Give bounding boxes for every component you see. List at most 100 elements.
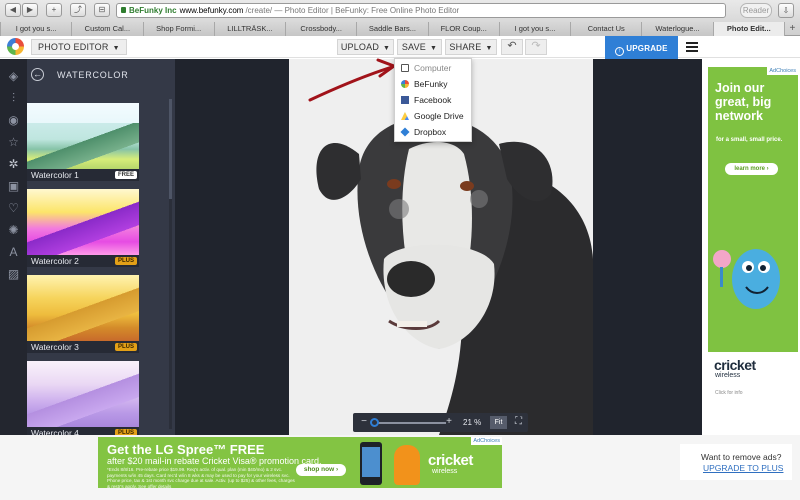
forward-button[interactable]: ▶ xyxy=(22,3,38,17)
browser-tab[interactable]: Custom Cal... xyxy=(71,22,143,36)
remove-ads-question: Want to remove ads? xyxy=(701,452,782,462)
reader-button[interactable]: Reader xyxy=(740,3,772,18)
preset-card-watercolor-2[interactable]: Watercolor 2 PLUS xyxy=(27,189,139,267)
befunky-logo-icon[interactable] xyxy=(7,38,24,55)
url-host: www.befunky.com xyxy=(179,6,244,15)
browser-tab[interactable]: Saddle Bars... xyxy=(356,22,428,36)
url-path: /create/ xyxy=(245,6,273,15)
caret-down-icon: ▼ xyxy=(383,45,391,52)
ad-learn-more-button[interactable]: learn more › xyxy=(725,163,778,175)
befunky-icon xyxy=(401,80,409,88)
share-page-button[interactable]: ⤴ xyxy=(70,3,86,17)
sidebar-ad[interactable]: AdChoices Join our great, big network fo… xyxy=(708,67,798,401)
ad-brand: cricket xyxy=(428,452,473,469)
panel-header: ← WATERCOLOR xyxy=(27,66,175,86)
fit-button[interactable]: Fit xyxy=(490,416,507,429)
add-tab-icon[interactable]: + xyxy=(783,22,800,36)
upgrade-to-plus-link[interactable]: UPGRADE TO PLUS xyxy=(703,463,783,473)
save-to-facebook[interactable]: Facebook xyxy=(395,92,471,108)
plus-badge: PLUS xyxy=(114,257,137,265)
downloads-icon[interactable]: ⇩ xyxy=(778,3,794,18)
texture-icon[interactable]: ▨ xyxy=(0,263,27,285)
zoom-out-button[interactable]: − xyxy=(359,415,369,429)
ad-headline: Join our great, big network xyxy=(715,81,772,123)
frame-icon[interactable]: ▣ xyxy=(0,175,27,197)
mascot-image xyxy=(394,445,420,485)
save-dropdown-menu: Computer BeFunky Facebook Google Drive D… xyxy=(394,58,472,142)
page-title: — Photo Editor | BeFunky: Free Online Ph… xyxy=(272,6,460,15)
bottom-banner-ad[interactable]: AdChoices Get the LG Spree™ FREE after $… xyxy=(98,437,502,488)
new-tab-button[interactable]: + xyxy=(46,3,62,17)
menu-item-label: Dropbox xyxy=(414,127,447,137)
preset-card-watercolor-4[interactable]: Watercolor 4 PLUS xyxy=(27,361,139,439)
preset-thumbnail xyxy=(27,103,139,169)
url-bar[interactable]: BeFunky Inc www.befunky.com/create/ — Pho… xyxy=(116,3,726,18)
bookmarks-button[interactable]: ⊟ xyxy=(94,3,110,17)
scrollbar-thumb[interactable] xyxy=(169,99,172,199)
zoom-slider-knob[interactable] xyxy=(370,418,379,427)
ad-shop-now-button[interactable]: shop now › xyxy=(296,464,346,476)
layers-icon[interactable]: ◈ xyxy=(0,65,27,87)
hamburger-menu-icon[interactable] xyxy=(686,42,698,52)
zoom-slider[interactable] xyxy=(374,422,446,424)
browser-tab[interactable]: Shop Formi... xyxy=(142,22,214,36)
preset-label: Watercolor 2 xyxy=(31,256,79,266)
photo-editor-menu[interactable]: PHOTO EDITOR ▼ xyxy=(31,39,127,55)
ad-fine-print: *Ends 8/8/16. Pre-rebate price $19.99. R… xyxy=(107,467,295,488)
ad-click-info[interactable]: Click for info xyxy=(715,390,743,396)
save-to-google-drive[interactable]: Google Drive xyxy=(395,108,471,124)
save-to-computer[interactable]: Computer xyxy=(395,60,471,76)
browser-chrome: ◀ ▶ + ⤴ ⊟ BeFunky Inc www.befunky.com/cre… xyxy=(0,0,800,36)
save-to-dropbox[interactable]: Dropbox xyxy=(395,124,471,140)
preset-label-bar: Watercolor 3 PLUS xyxy=(27,341,139,353)
browser-tab[interactable]: Photo Edit... xyxy=(712,22,784,36)
sliders-icon[interactable]: ⫶ xyxy=(0,87,27,109)
eye-icon[interactable]: ◉ xyxy=(0,109,27,131)
gear-icon[interactable]: ✲ xyxy=(0,153,27,175)
browser-tab[interactable]: I got you s... xyxy=(0,22,72,36)
redo-icon[interactable]: ↷ xyxy=(525,39,547,55)
browser-tab[interactable]: Waterlogue... xyxy=(641,22,713,36)
star-icon[interactable]: ☆ xyxy=(0,131,27,153)
ad-brand: cricket xyxy=(714,357,756,373)
circle-icon[interactable]: ✺ xyxy=(0,219,27,241)
preset-card-watercolor-1[interactable]: Watercolor 1 FREE xyxy=(27,103,139,181)
save-to-befunky[interactable]: BeFunky xyxy=(395,76,471,92)
ad-choices-label[interactable]: AdChoices xyxy=(471,437,502,445)
heart-icon[interactable]: ♡ xyxy=(0,197,27,219)
preset-card-watercolor-3[interactable]: Watercolor 3 PLUS xyxy=(27,275,139,353)
ad-choices-label[interactable]: AdChoices xyxy=(767,67,798,75)
zoom-bar: − + 21 % Fit xyxy=(353,413,528,432)
browser-tab[interactable]: FLOR Coup... xyxy=(427,22,499,36)
zoom-level: 21 % xyxy=(463,418,482,427)
ad-brand-sub: wireless xyxy=(715,372,741,379)
back-button[interactable]: ◀ xyxy=(5,3,21,17)
save-label: SAVE xyxy=(401,42,426,52)
save-button[interactable]: SAVE ▼ xyxy=(397,39,442,55)
ad-subline: for a small, small price. xyxy=(716,137,783,143)
browser-tab[interactable]: LILLTRÄSK... xyxy=(213,22,286,36)
photo-editor-label: PHOTO EDITOR xyxy=(38,42,109,52)
annotation-arrow xyxy=(308,58,398,102)
remove-ads-box: Want to remove ads? UPGRADE TO PLUS xyxy=(680,444,792,480)
dropbox-icon xyxy=(400,127,410,137)
browser-tab[interactable]: I got you s... xyxy=(498,22,571,36)
phone-image xyxy=(360,442,382,485)
secure-label: BeFunky Inc xyxy=(129,6,177,15)
ad-title: Get the LG Spree™ FREE xyxy=(107,442,265,457)
share-button[interactable]: SHARE ▼ xyxy=(445,39,497,55)
zoom-in-button[interactable]: + xyxy=(444,415,454,429)
undo-icon[interactable]: ↶ xyxy=(501,39,523,55)
upload-button[interactable]: UPLOAD ▼ xyxy=(337,39,394,55)
upload-label: UPLOAD xyxy=(340,42,380,52)
back-arrow-icon[interactable]: ← xyxy=(31,68,44,81)
plus-badge: PLUS xyxy=(114,343,137,351)
text-icon[interactable]: A xyxy=(0,241,27,263)
browser-tab[interactable]: Crossbody... xyxy=(285,22,357,36)
panel-title: WATERCOLOR xyxy=(57,70,129,80)
browser-tab[interactable]: Contact Us xyxy=(570,22,642,36)
upgrade-icon: ↑ xyxy=(615,47,625,56)
panel-scrollbar[interactable] xyxy=(169,99,172,429)
facebook-icon xyxy=(401,96,409,104)
fullscreen-icon[interactable]: ⛶ xyxy=(510,413,527,432)
